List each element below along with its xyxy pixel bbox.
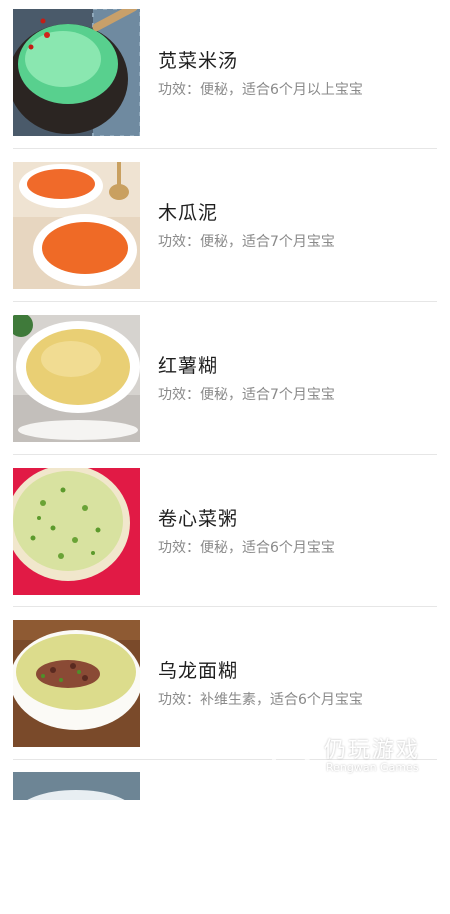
recipe-title: 木瓜泥 [158, 202, 219, 224]
divider [13, 454, 437, 455]
recipe-item[interactable] [0, 762, 450, 914]
recipe-description: 功效：便秘，适合7个月宝宝 [158, 234, 335, 250]
divider [13, 301, 437, 302]
recipe-thumbnail [13, 9, 140, 136]
recipe-title: 苋菜米汤 [158, 50, 239, 72]
recipe-thumbnail [13, 772, 140, 800]
recipe-thumbnail [13, 468, 140, 595]
recipe-thumbnail [13, 315, 140, 442]
recipe-description: 功效：补维生素，适合6个月宝宝 [158, 692, 363, 708]
recipe-description: 功效：便秘，适合7个月宝宝 [158, 387, 335, 403]
recipe-description: 功效：便秘，适合6个月以上宝宝 [158, 82, 363, 98]
recipe-title: 卷心菜粥 [158, 508, 239, 530]
watermark-logo-icon [272, 736, 313, 776]
recipe-thumbnail [13, 620, 140, 747]
divider [13, 148, 437, 149]
divider [13, 606, 437, 607]
recipe-item[interactable]: 卷心菜粥 功效：便秘，适合6个月宝宝 [0, 458, 450, 610]
watermark: 仍玩游戏 Rengwan Games [270, 732, 440, 782]
recipe-title: 乌龙面糊 [158, 660, 239, 682]
recipe-item[interactable]: 苋菜米汤 功效：便秘，适合6个月以上宝宝 [0, 0, 450, 152]
recipe-description: 功效：便秘，适合6个月宝宝 [158, 540, 335, 556]
watermark-subtitle: Rengwan Games [326, 761, 419, 774]
recipe-thumbnail [13, 162, 140, 289]
recipe-item[interactable]: 木瓜泥 功效：便秘，适合7个月宝宝 [0, 152, 450, 304]
recipe-item[interactable]: 红薯糊 功效：便秘，适合7个月宝宝 [0, 305, 450, 457]
watermark-title: 仍玩游戏 [324, 738, 421, 763]
recipe-title: 红薯糊 [158, 355, 219, 377]
